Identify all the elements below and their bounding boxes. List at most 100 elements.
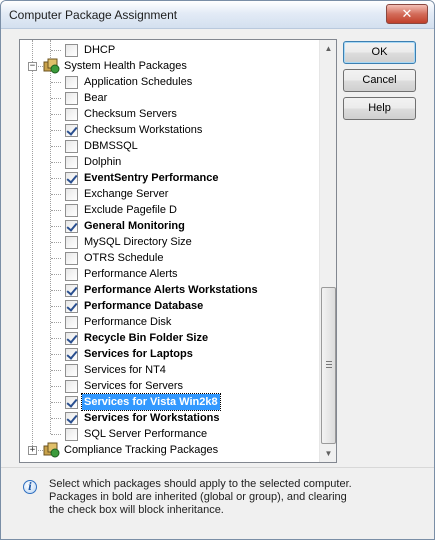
package-label[interactable]: DBMSSQL xyxy=(82,138,140,154)
package-label[interactable]: Exchange Server xyxy=(82,186,170,202)
tree-item-row[interactable]: Performance Alerts Workstations xyxy=(20,282,318,298)
package-tree[interactable]: DHCP − System Health Packages Application S… xyxy=(19,39,337,463)
package-label[interactable]: Recycle Bin Folder Size xyxy=(82,330,210,346)
tree-item-row[interactable]: DHCP xyxy=(20,42,318,58)
help-button[interactable]: Help xyxy=(343,97,416,120)
package-label[interactable]: Bear xyxy=(82,90,109,106)
tree-connector xyxy=(51,338,61,339)
cancel-button[interactable]: Cancel xyxy=(343,69,416,92)
checkbox-unchecked[interactable] xyxy=(65,252,78,265)
package-label[interactable]: Performance Disk xyxy=(82,314,173,330)
package-group-icon xyxy=(42,442,60,458)
dialog-window: Computer Package Assignment ✕ DHCP − Syste… xyxy=(0,0,435,540)
package-label[interactable]: SQL Server Performance xyxy=(82,426,209,442)
package-label[interactable]: Exclude Pagefile D xyxy=(82,202,179,218)
checkbox-unchecked[interactable] xyxy=(65,108,78,121)
package-label[interactable]: Services for NT4 xyxy=(82,362,168,378)
package-label[interactable]: Services for Workstations xyxy=(82,410,222,426)
tree-item-row[interactable]: Exchange Server xyxy=(20,186,318,202)
checkbox-checked[interactable] xyxy=(65,172,78,185)
scrollbar-thumb[interactable] xyxy=(321,287,336,444)
package-tree-rows: DHCP − System Health Packages Application S… xyxy=(20,40,318,462)
ok-button[interactable]: OK xyxy=(343,41,416,64)
tree-item-row[interactable]: Services for Vista Win2k8 xyxy=(20,393,318,411)
checkbox-checked[interactable] xyxy=(65,284,78,297)
tree-item-row[interactable]: Bear xyxy=(20,90,318,106)
tree-item-row[interactable]: Checksum Workstations xyxy=(20,122,318,138)
checkbox-unchecked[interactable] xyxy=(65,140,78,153)
tree-item-row[interactable]: Performance Disk xyxy=(20,314,318,330)
tree-item-row[interactable]: General Monitoring xyxy=(20,218,318,234)
tree-connector xyxy=(51,242,61,243)
tree-item-row[interactable]: Application Schedules xyxy=(20,74,318,90)
scroll-up-icon[interactable]: ▲ xyxy=(320,40,336,57)
checkbox-checked[interactable] xyxy=(65,220,78,233)
expand-icon[interactable]: + xyxy=(28,446,37,455)
info-icon: i xyxy=(23,480,37,494)
package-label[interactable]: Performance Alerts xyxy=(82,266,180,282)
package-label[interactable]: Dolphin xyxy=(82,154,123,170)
tree-vertical-scrollbar[interactable]: ▲ ▼ xyxy=(319,40,336,462)
tree-item-row[interactable]: Services for Servers xyxy=(20,378,318,394)
package-label[interactable]: Checksum Workstations xyxy=(82,122,204,138)
checkbox-checked[interactable] xyxy=(65,396,78,409)
tree-item-row[interactable]: Performance Database xyxy=(20,298,318,314)
package-label[interactable]: Performance Database xyxy=(82,298,205,314)
tree-item-row[interactable]: SQL Server Performance xyxy=(20,426,318,442)
package-label[interactable]: Performance Alerts Workstations xyxy=(82,282,260,298)
tree-item-row[interactable]: MySQL Directory Size xyxy=(20,234,318,250)
checkbox-checked[interactable] xyxy=(65,300,78,313)
package-label[interactable]: General Monitoring xyxy=(82,218,187,234)
tree-item-row[interactable]: Exclude Pagefile D xyxy=(20,202,318,218)
checkbox-checked[interactable] xyxy=(65,124,78,137)
package-label[interactable]: Checksum Servers xyxy=(82,106,179,122)
checkbox-unchecked[interactable] xyxy=(65,188,78,201)
package-label[interactable]: Services for Laptops xyxy=(82,346,195,362)
collapse-icon[interactable]: − xyxy=(28,62,37,71)
tree-item-row[interactable]: Recycle Bin Folder Size xyxy=(20,330,318,346)
package-label[interactable]: MySQL Directory Size xyxy=(82,234,194,250)
title-bar[interactable]: Computer Package Assignment ✕ xyxy=(1,1,434,29)
package-label[interactable]: EventSentry Performance xyxy=(82,170,221,186)
tree-item-row[interactable]: OTRS Schedule xyxy=(20,250,318,266)
checkbox-checked[interactable] xyxy=(65,412,78,425)
tree-item-row[interactable]: Services for Workstations xyxy=(20,410,318,426)
tree-connector xyxy=(51,98,61,99)
scroll-down-icon[interactable]: ▼ xyxy=(320,445,336,462)
tree-item-row[interactable]: DBMSSQL xyxy=(20,138,318,154)
checkbox-unchecked[interactable] xyxy=(65,380,78,393)
tree-group-row[interactable]: + Compliance Tracking Packages xyxy=(20,442,318,458)
checkbox-unchecked[interactable] xyxy=(65,316,78,329)
tree-item-row[interactable]: Services for Laptops xyxy=(20,346,318,362)
package-label[interactable]: OTRS Schedule xyxy=(82,250,165,266)
checkbox-unchecked[interactable] xyxy=(65,428,78,441)
tree-item-row[interactable]: Dolphin xyxy=(20,154,318,170)
checkbox-unchecked[interactable] xyxy=(65,76,78,89)
checkbox-unchecked[interactable] xyxy=(65,44,78,57)
tree-connector xyxy=(51,226,61,227)
tree-connector xyxy=(51,370,61,371)
checkbox-unchecked[interactable] xyxy=(65,236,78,249)
info-text: Select which packages should apply to th… xyxy=(49,478,352,516)
package-label[interactable]: DHCP xyxy=(82,42,117,58)
package-label[interactable]: Application Schedules xyxy=(82,74,194,90)
tree-connector xyxy=(51,258,61,259)
tree-connector xyxy=(51,322,61,323)
tree-item-row[interactable]: EventSentry Performance xyxy=(20,170,318,186)
tree-item-row[interactable]: Checksum Servers xyxy=(20,106,318,122)
tree-item-row[interactable]: Services for NT4 xyxy=(20,362,318,378)
checkbox-unchecked[interactable] xyxy=(65,204,78,217)
tree-connector xyxy=(51,306,61,307)
package-label[interactable]: Services for Servers xyxy=(82,378,185,394)
checkbox-unchecked[interactable] xyxy=(65,92,78,105)
tree-connector xyxy=(51,274,61,275)
close-button[interactable]: ✕ xyxy=(386,4,428,24)
checkbox-unchecked[interactable] xyxy=(65,364,78,377)
checkbox-checked[interactable] xyxy=(65,348,78,361)
checkbox-unchecked[interactable] xyxy=(65,156,78,169)
tree-group-row[interactable]: − System Health Packages xyxy=(20,58,318,74)
package-label[interactable]: Services for Vista Win2k8 xyxy=(81,393,221,411)
checkbox-unchecked[interactable] xyxy=(65,268,78,281)
tree-item-row[interactable]: Performance Alerts xyxy=(20,266,318,282)
checkbox-checked[interactable] xyxy=(65,332,78,345)
